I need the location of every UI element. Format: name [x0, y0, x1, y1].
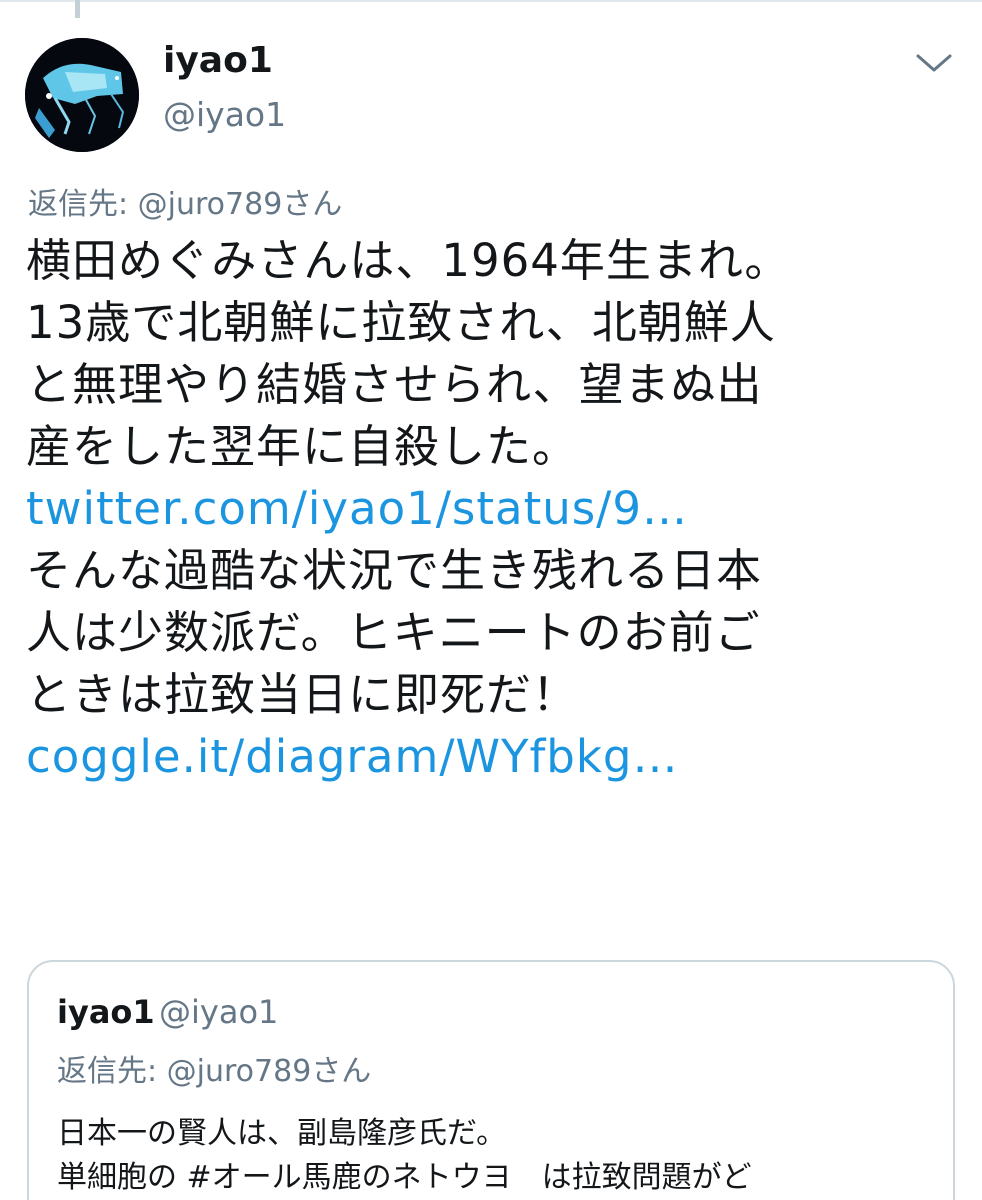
- quoted-tweet-text: 日本一の賢人は、副島隆彦氏だ。 単細胞の #オール馬鹿のネトウヨ は拉致問題がど: [57, 1112, 937, 1200]
- avatar-image: [25, 38, 139, 152]
- chevron-down-icon[interactable]: [914, 48, 954, 78]
- tweet-text-line: そんな過酷な状況で生き残れる日本: [26, 544, 763, 597]
- quoted-tweet-card[interactable]: iyao1 @iyao1 返信先: @juro789さん 日本一の賢人は、副島隆…: [27, 960, 955, 1200]
- quoted-reply-to-mention: @juro789さん: [166, 1054, 372, 1089]
- reply-to-line: 返信先: @juro789さん: [28, 182, 342, 228]
- thread-connector: [75, 0, 80, 18]
- tweet-link-coggle[interactable]: coggle.it/diagram/WYfbkg…: [26, 726, 966, 788]
- author-display-name[interactable]: iyao1: [163, 36, 273, 86]
- author-handle[interactable]: @iyao1: [163, 92, 286, 138]
- quoted-text-line: 単細胞の #オール馬鹿のネトウヨ は拉致問題がど: [57, 1160, 752, 1195]
- top-divider: [0, 0, 982, 2]
- quoted-reply-to-prefix: 返信先:: [57, 1054, 167, 1089]
- tweet-text-line: 横田めぐみさんは、1964年生まれ。: [26, 234, 791, 287]
- tweet-text-line: 産をした翌年に自殺した。: [26, 420, 579, 473]
- tweet-text-line: 13歳で北朝鮮に拉致され、北朝鮮人: [26, 296, 776, 349]
- quoted-reply-to-line: 返信先: @juro789さん: [57, 1050, 371, 1094]
- avatar[interactable]: [25, 38, 139, 152]
- quoted-author-handle: @iyao1: [159, 993, 279, 1031]
- tweet-text-line: と無理やり結婚させられ、望まぬ出: [26, 358, 763, 411]
- reply-to-mention[interactable]: @juro789さん: [138, 187, 343, 222]
- tweet-text-line: 人は少数派だ。ヒキニートのお前ご: [26, 606, 761, 659]
- tweet-link-status[interactable]: twitter.com/iyao1/status/9…: [26, 478, 966, 540]
- reply-to-prefix: 返信先:: [28, 187, 138, 222]
- quoted-author-display-name: iyao1: [57, 993, 155, 1031]
- tweet-text: 横田めぐみさんは、1964年生まれ。 13歳で北朝鮮に拉致され、北朝鮮人 と無理…: [26, 230, 966, 788]
- tweet-text-line: ときは拉致当日に即死だ！: [26, 668, 579, 721]
- quoted-text-line: 日本一の賢人は、副島隆彦氏だ。: [57, 1116, 507, 1151]
